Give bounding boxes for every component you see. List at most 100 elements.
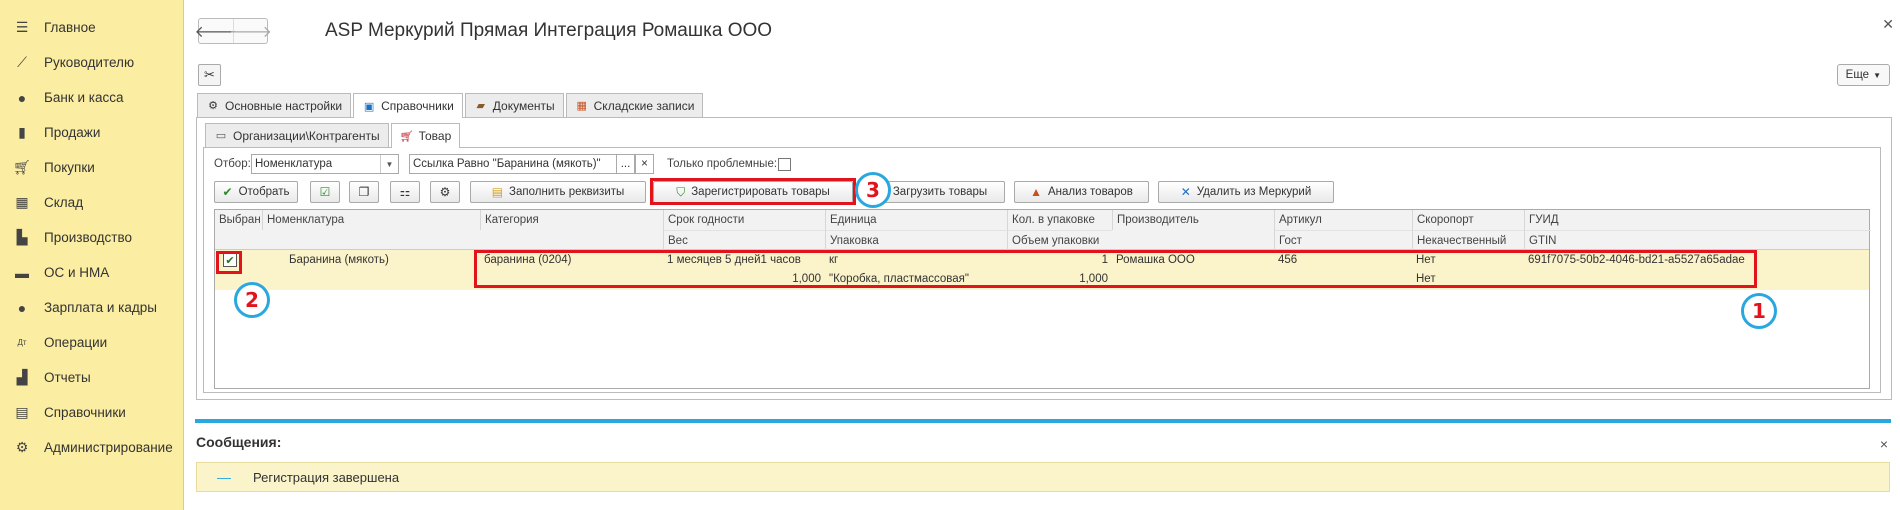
ellipsis-label: ...	[620, 158, 631, 170]
sidebar-item-label: Склад	[44, 195, 84, 210]
register-goods-button[interactable]: ⛉ Зарегистрировать товары	[653, 181, 853, 203]
tab-label: Основные настройки	[225, 98, 343, 113]
col-header[interactable]: Производитель	[1112, 210, 1274, 230]
col-header[interactable]: Скоропорт	[1412, 210, 1524, 230]
collapse-icon[interactable]: —	[217, 469, 231, 485]
cell-qty-in-pack: 1	[1101, 254, 1108, 266]
fill-attributes-button[interactable]: ▤ Заполнить реквизиты	[470, 181, 646, 203]
load-goods-button[interactable]: Загрузить товары	[875, 181, 1005, 203]
analyze-goods-button[interactable]: ▲ Анализ товаров	[1014, 181, 1149, 203]
message-text: Регистрация завершена	[253, 469, 400, 485]
tools-icon: ✂	[204, 67, 215, 82]
filter-condition-input[interactable]: Ссылка Равно "Баранина (мякоть)"	[409, 154, 617, 174]
sidebar-item-warehouse[interactable]: ▦ Склад	[0, 185, 183, 220]
boxes-icon: ▦	[576, 100, 587, 112]
col-header[interactable]: Артикул	[1274, 210, 1412, 230]
col-header[interactable]: GTIN	[1524, 230, 1871, 250]
copy-button[interactable]: ❐	[349, 181, 379, 203]
gear-icon: ⚙	[15, 439, 29, 455]
cell-guid: 691f7075-50b2-4046-bd21-a5527a65adae	[1528, 254, 1745, 266]
chart-line-icon: ⟋	[17, 54, 27, 70]
sidebar-item-label: Главное	[44, 20, 96, 35]
settings-tools-button[interactable]: ✂	[198, 64, 221, 86]
select-button[interactable]: ✔ Отобрать	[214, 181, 298, 203]
sidebar-item-salary[interactable]: ● Зарплата и кадры	[0, 290, 183, 325]
filter-field-select[interactable]: Номенклатура ▼	[251, 154, 399, 174]
tab-goods[interactable]: 🛒︎ Товар	[390, 123, 461, 148]
delete-mercury-button[interactable]: ✕ Удалить из Меркурий	[1158, 181, 1334, 203]
col-header[interactable]: Номенклатура	[262, 210, 480, 230]
sidebar-item-bank[interactable]: ● Банк и касса	[0, 80, 183, 115]
row-select-checkbox[interactable]: ✔	[223, 253, 237, 267]
col-header[interactable]: Срок годности	[663, 210, 825, 230]
col-header[interactable]: Кол. в упаковке	[1007, 210, 1112, 230]
tab-documents[interactable]: ▰ Документы	[464, 93, 564, 117]
tab-label: Справочники	[381, 99, 454, 113]
cell-article: 456	[1278, 254, 1298, 266]
analysis-icon: ▲	[1030, 185, 1043, 199]
problem-only-checkbox[interactable]	[778, 158, 791, 171]
warehouse-icon: ▦	[15, 194, 29, 210]
sidebar-item-assets[interactable]: ▬ ОС и НМА	[0, 255, 183, 290]
col-header[interactable]: Выбран	[215, 210, 262, 230]
sidebar-item-references[interactable]: ▤ Справочники	[0, 395, 183, 430]
tab-main-settings[interactable]: ⚙ Основные настройки	[197, 93, 352, 117]
cell-weight: 1,000	[792, 273, 821, 285]
sidebar-item-label: Отчеты	[44, 370, 91, 385]
cell-category: баранина (0204)	[484, 254, 572, 266]
close-icon[interactable]: ×	[1880, 436, 1888, 452]
filter-ellipsis-button[interactable]: ...	[616, 154, 635, 174]
cell-low-quality: Нет	[1416, 273, 1436, 285]
check-all-icon: ☑	[319, 185, 331, 199]
delete-label: Удалить из Меркурий	[1196, 186, 1312, 198]
sidebar-item-label: ОС и НМА	[44, 265, 110, 280]
sidebar-item-production[interactable]: ▙ Производство	[0, 220, 183, 255]
tab-label: Документы	[492, 98, 555, 113]
col-header[interactable]: Вес	[663, 230, 825, 250]
nav-buttons: 🡐 🡒	[195, 18, 272, 44]
cell-manufacturer: Ромашка ООО	[1116, 254, 1195, 266]
org-icon: ▭	[215, 130, 227, 142]
settings-button[interactable]: ⚙	[430, 181, 460, 203]
chevron-down-icon[interactable]: ▼	[380, 155, 398, 173]
more-label: Еще	[1845, 69, 1870, 81]
col-header[interactable]: Некачественный	[1412, 230, 1524, 250]
tab-organizations[interactable]: ▭ Организации\Контрагенты	[205, 123, 389, 147]
col-header[interactable]: Объем упаковки	[1007, 230, 1112, 250]
col-header[interactable]: Упаковка	[825, 230, 1007, 250]
tab-warehouse-records[interactable]: ▦ Складские записи	[565, 93, 704, 117]
sidebar-item-admin[interactable]: ⚙ Администрирование	[0, 430, 183, 465]
filter-label: Отбор:	[214, 158, 251, 170]
close-icon[interactable]: ✕	[1882, 16, 1894, 33]
main-tabs: ⚙ Основные настройки ▣ Справочники ▰ Докуме…	[197, 93, 705, 118]
sidebar-item-purchases[interactable]: 🛒︎ Покупки	[0, 150, 183, 185]
structure-icon: ⚏	[399, 185, 411, 199]
filter-field-value: Номенклатура	[255, 158, 333, 170]
person-icon: ●	[17, 299, 27, 316]
sub-tabs: ▭ Организации\Контрагенты 🛒︎ Товар	[205, 123, 462, 148]
sidebar-item-manager[interactable]: ⟋ Руководителю	[0, 45, 183, 80]
col-header[interactable]: ГУИД	[1524, 210, 1871, 230]
tab-references[interactable]: ▣ Справочники	[353, 93, 463, 118]
sidebar-item-main[interactable]: ☰ Главное	[0, 10, 183, 45]
back-arrow-icon[interactable]: 🡐	[195, 19, 238, 43]
col-header[interactable]: Гост	[1274, 230, 1412, 250]
message-item[interactable]: — Регистрация завершена	[196, 462, 1890, 492]
forward-arrow-icon[interactable]: 🡒	[229, 19, 272, 43]
col-header[interactable]: Категория	[480, 210, 663, 230]
filter-clear-button[interactable]: ×	[635, 154, 654, 174]
clear-icon: ×	[641, 158, 648, 170]
chevron-down-icon: ▼	[1873, 70, 1881, 80]
more-button[interactable]: Еще ▼	[1836, 64, 1890, 86]
fill-label: Заполнить реквизиты	[509, 186, 625, 198]
table-header: Выбран Номенклатура Категория Срок годно…	[215, 210, 1871, 250]
sidebar-item-operations[interactable]: Дт Операции	[0, 325, 183, 360]
structure-button[interactable]: ⚏	[390, 181, 420, 203]
check-all-button[interactable]: ☑	[310, 181, 340, 203]
col-header[interactable]: Единица	[825, 210, 1007, 230]
table-row[interactable]: ✔ Баранина (мякоть) баранина (0204) 1 ме…	[215, 250, 1869, 290]
cart-icon: 🛒︎	[399, 130, 414, 143]
sidebar-item-sales[interactable]: ▮ Продажи	[0, 115, 183, 150]
sidebar-item-reports[interactable]: ▟ Отчеты	[0, 360, 183, 395]
checkmark-icon: ✔	[222, 185, 233, 199]
